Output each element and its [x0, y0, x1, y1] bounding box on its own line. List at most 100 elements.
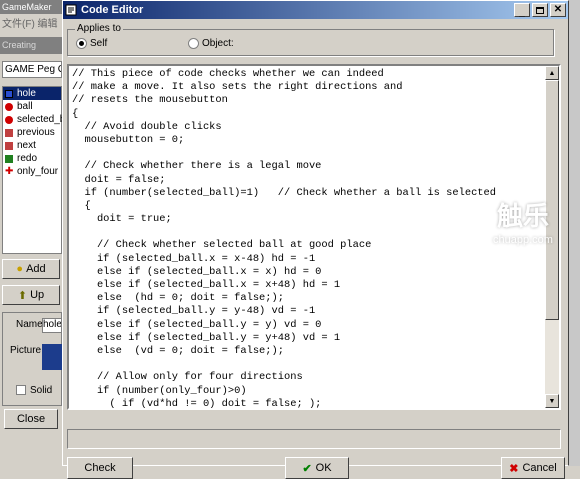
- code-line: else if (selected_ball.x = x) hd = 0: [72, 265, 322, 278]
- code-line: // This piece of code checks whether we …: [72, 68, 384, 80]
- minimize-icon: _: [519, 6, 525, 18]
- previous-icon: [5, 128, 13, 137]
- cancel-button[interactable]: ✖ Cancel: [501, 457, 565, 479]
- maximize-icon: [536, 6, 544, 14]
- tree-item-label: redo: [17, 153, 38, 164]
- code-line: if (number(only_four)>0): [72, 384, 247, 397]
- creating-panel-title: Creating: [0, 37, 62, 54]
- tree-item-selected-ball[interactable]: selected_ball: [3, 113, 75, 126]
- scroll-down-button[interactable]: ▼: [545, 394, 559, 408]
- radio-unselected-icon: [188, 38, 199, 49]
- close-button[interactable]: Close: [4, 409, 58, 429]
- code-line: // Avoid double clicks: [72, 120, 222, 133]
- background-menu-bar[interactable]: 文件(F) 编辑: [0, 14, 62, 36]
- ok-button-label: OK: [315, 462, 332, 474]
- status-bar: [67, 429, 561, 449]
- close-window-button[interactable]: ✕: [550, 3, 566, 17]
- code-line: if (number(selected_ball)=1) // Check wh…: [72, 186, 497, 199]
- code-line: {: [72, 199, 91, 212]
- watermark-url: chuapp.com: [493, 234, 553, 246]
- add-button[interactable]: ● Add: [2, 259, 60, 279]
- code-line: ( if (vd*hd != 0) doit = false; );: [72, 397, 322, 410]
- code-line: else if (selected_ball.x = x+48) hd = 1: [72, 279, 341, 291]
- background-app-title: GameMaker: [0, 0, 62, 14]
- checkmark-icon: ✔: [302, 462, 312, 475]
- code-line: if (selected_ball.y = y-48) vd = -1: [72, 305, 316, 318]
- scroll-down-icon: ▼: [548, 397, 556, 405]
- scroll-up-icon: ▲: [548, 69, 556, 77]
- lightbulb-icon: ●: [16, 263, 23, 275]
- tree-item-redo[interactable]: redo: [3, 152, 61, 165]
- tree-item-label: previous: [17, 127, 55, 138]
- radio-selected-icon: [76, 38, 87, 49]
- tree-item-label: only_four: [17, 166, 59, 177]
- code-line: mousebutton = 0;: [72, 133, 185, 146]
- tree-item-previous[interactable]: previous: [3, 126, 61, 139]
- code-line: else (hd = 0; doit = false;);: [72, 292, 285, 305]
- add-button-label: Add: [26, 263, 46, 275]
- scroll-up-button[interactable]: ▲: [545, 66, 559, 80]
- watermark: 触乐 chuapp.com: [490, 200, 556, 270]
- tree-item-hole[interactable]: hole: [3, 87, 61, 100]
- code-line: // Check whether selected ball at good p…: [72, 239, 372, 252]
- tree-item-label: ball: [17, 101, 33, 112]
- game-name-field[interactable]: GAME Peg G: [2, 61, 62, 78]
- code-line: doit = false;: [72, 173, 166, 186]
- tree-item-label: next: [17, 140, 36, 151]
- window-title: Code Editor: [81, 4, 144, 16]
- tree-item-ball[interactable]: ball: [3, 100, 61, 113]
- tree-item-only-four[interactable]: ✚ only_four: [3, 165, 61, 178]
- solid-checkbox[interactable]: [16, 385, 26, 395]
- up-arrow-icon: ⬆: [17, 289, 28, 302]
- close-button-label: Close: [16, 413, 46, 425]
- maximize-button[interactable]: [532, 3, 548, 17]
- code-line: if (selected_ball.x = x-48) hd = -1: [72, 252, 316, 265]
- check-button[interactable]: Check: [67, 457, 133, 479]
- object-radio-label: Object:: [202, 38, 234, 49]
- picture-preview[interactable]: [42, 344, 62, 370]
- code-line: // Check whether there is a legal move: [72, 160, 322, 173]
- code-line: {: [72, 107, 79, 120]
- cancel-x-icon: ✖: [509, 462, 519, 475]
- tree-item-label: hole: [17, 88, 36, 99]
- resource-tree[interactable]: hole ball selected_ball previous next re…: [2, 86, 75, 254]
- code-text-area[interactable]: // This piece of code checks whether we …: [67, 64, 561, 410]
- code-editor-icon: [65, 4, 77, 16]
- minimize-button[interactable]: _: [514, 3, 530, 17]
- code-content: // This piece of code checks whether we …: [72, 68, 545, 410]
- red-ball-icon: [5, 102, 13, 111]
- code-line: // resets the mousebutton: [72, 94, 228, 107]
- code-line: else (vd = 0; doit = false;);: [72, 344, 285, 357]
- next-icon: [5, 141, 13, 150]
- code-line: // make a move. It also sets the right d…: [72, 81, 403, 94]
- object-radio[interactable]: Object:: [188, 38, 234, 49]
- check-button-label: Check: [84, 462, 116, 474]
- background-right-edge: [569, 0, 580, 466]
- solid-label: Solid: [30, 385, 53, 396]
- cancel-button-label: Cancel: [522, 462, 557, 474]
- close-icon: ✕: [553, 4, 563, 15]
- self-radio-label: Self: [90, 38, 108, 49]
- code-line: // Allow only for four directions: [72, 371, 303, 384]
- red-ball-icon: [5, 115, 13, 124]
- name-label: Name: [16, 319, 43, 330]
- self-radio[interactable]: Self: [76, 38, 107, 49]
- applies-to-label: Applies to: [75, 23, 123, 34]
- picture-label: Picture: [10, 345, 42, 356]
- title-bar[interactable]: Code Editor _ ✕: [63, 1, 568, 19]
- code-line: else if (selected_ball.y = y+48) vd = 1: [72, 331, 341, 344]
- code-line: doit = true;: [72, 213, 172, 226]
- code-line: else if (selected_ball.y = y) vd = 0: [72, 318, 322, 331]
- red-cross-icon: ✚: [5, 165, 14, 177]
- up-button[interactable]: ⬆ Up: [2, 285, 60, 305]
- square-blue-icon: [5, 89, 13, 98]
- watermark-logo: 触乐: [496, 202, 549, 232]
- ok-button[interactable]: ✔ OK: [285, 457, 349, 479]
- up-button-label: Up: [30, 289, 45, 301]
- tree-item-next[interactable]: next: [3, 139, 61, 152]
- name-field[interactable]: hole: [42, 318, 62, 333]
- redo-icon: [5, 154, 13, 163]
